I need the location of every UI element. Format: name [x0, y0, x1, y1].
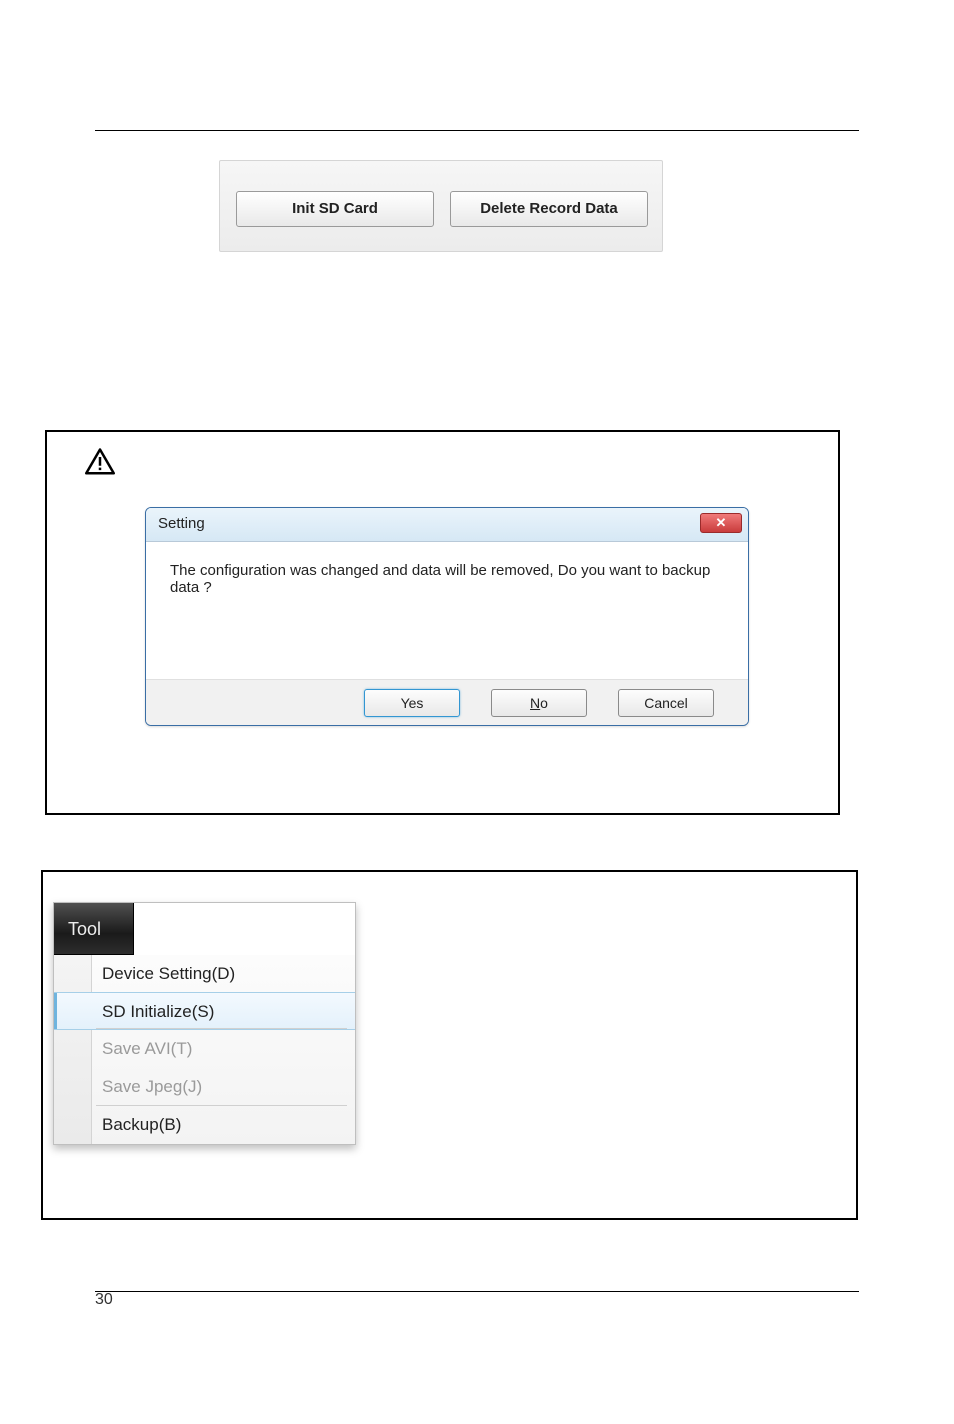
menu-item-sd-initialize[interactable]: SD Initialize(S): [54, 992, 355, 1030]
menu-item-backup[interactable]: Backup(B): [54, 1106, 355, 1144]
warning-icon: [85, 447, 115, 477]
dialog-no-underline: N: [530, 695, 540, 711]
dialog-close-button[interactable]: ✕: [700, 513, 742, 533]
delete-record-data-button[interactable]: Delete Record Data: [450, 191, 648, 227]
dialog-yes-button[interactable]: Yes: [364, 689, 460, 717]
sd-buttons-panel: Init SD Card Delete Record Data: [219, 160, 663, 252]
dialog-title: Setting: [158, 515, 205, 532]
menu-item-device-setting[interactable]: Device Setting(D): [54, 955, 355, 993]
dialog-cancel-button[interactable]: Cancel: [618, 689, 714, 717]
dialog-no-rest: o: [540, 695, 548, 711]
dialog-titlebar: Setting ✕: [146, 508, 748, 542]
menu-item-save-avi: Save AVI(T): [54, 1030, 355, 1068]
dialog-no-button[interactable]: No: [491, 689, 587, 717]
menu-item-save-jpeg: Save Jpeg(J): [54, 1068, 355, 1106]
init-sd-card-button[interactable]: Init SD Card: [236, 191, 434, 227]
page-number: 30: [95, 1291, 113, 1309]
tool-menu-frame: Tool Device Setting(D) SD Initialize(S) …: [41, 870, 858, 1220]
dialog-message: The configuration was changed and data w…: [146, 542, 748, 679]
tool-menu-tab[interactable]: Tool: [54, 903, 134, 955]
page-footer-rule: [95, 1291, 859, 1292]
setting-dialog: Setting ✕ The configuration was changed …: [145, 507, 749, 726]
tool-menu-list: Device Setting(D) SD Initialize(S) Save …: [54, 955, 355, 1144]
caution-frame: Setting ✕ The configuration was changed …: [45, 430, 840, 815]
page-header-rule: [95, 130, 859, 131]
tool-menu: Tool Device Setting(D) SD Initialize(S) …: [53, 902, 356, 1145]
dialog-button-bar: Yes No Cancel: [146, 679, 748, 726]
